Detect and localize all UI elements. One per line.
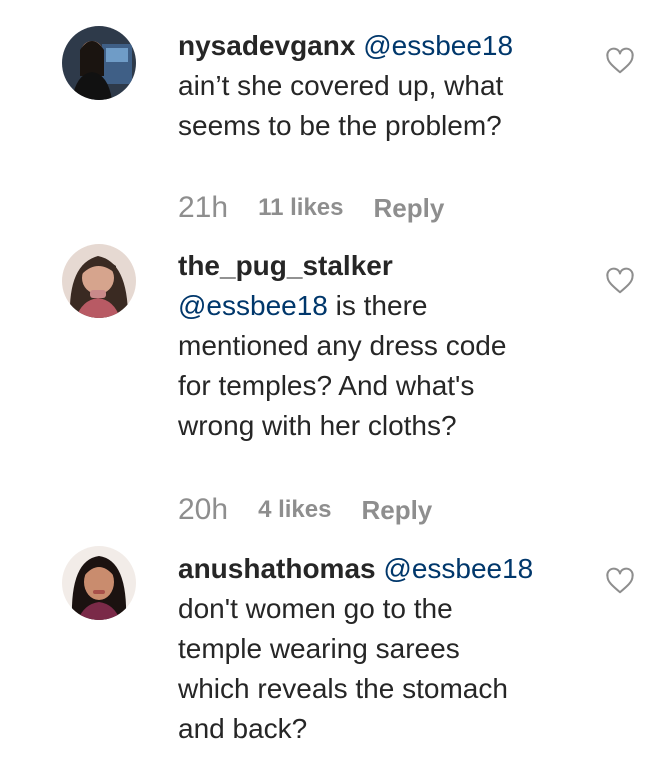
avatar[interactable] [62, 546, 136, 620]
comment-timestamp: 21h [178, 191, 229, 224]
comment-text-line: for temples? And what's [178, 370, 475, 401]
avatar-image [62, 244, 136, 318]
comment-meta: 21h 11 likes Reply [178, 188, 444, 228]
like-heart-icon[interactable] [605, 266, 635, 296]
avatar-image [62, 26, 136, 100]
reply-button[interactable]: Reply [373, 193, 444, 224]
comment-body: nysadevganx @essbee18 ain’t she covered … [178, 26, 578, 146]
like-heart-icon[interactable] [605, 566, 635, 596]
comment-text-line: wrong with her cloths? [178, 410, 457, 441]
like-heart-icon[interactable] [605, 46, 635, 76]
comment-username[interactable]: nysadevganx [178, 30, 355, 61]
reply-button[interactable]: Reply [361, 495, 432, 526]
comment-mention[interactable]: @essbee18 [363, 30, 513, 61]
comment-text-line: and back? [178, 713, 308, 744]
comment-likes[interactable]: 11 likes [258, 194, 343, 222]
comment-text-line: ain’t she covered up, what [178, 70, 504, 101]
comment-body: the_pug_stalker @essbee18 is there menti… [178, 246, 578, 446]
comment-timestamp: 20h [178, 493, 229, 526]
comment-text-line: don't women go to the [178, 593, 453, 624]
comment-mention[interactable]: @essbee18 [383, 553, 533, 584]
avatar[interactable] [62, 26, 136, 100]
comment-mention[interactable]: @essbee18 [178, 290, 328, 321]
comment-username[interactable]: the_pug_stalker [178, 246, 578, 286]
comment-text-line: seems to be the problem? [178, 110, 502, 141]
comment-text-line: which reveals the stomach [178, 673, 508, 704]
comment-likes[interactable]: 4 likes [258, 496, 331, 524]
comment-text-line: is there [335, 290, 428, 321]
avatar[interactable] [62, 244, 136, 318]
comment-text-line: mentioned any dress code [178, 330, 507, 361]
comment-username[interactable]: anushathomas [178, 553, 376, 584]
avatar-image [62, 546, 136, 620]
comment-meta: 20h 4 likes Reply [178, 490, 432, 530]
comment-text-line: temple wearing sarees [178, 633, 460, 664]
comment-body: anushathomas @essbee18 don't women go to… [178, 549, 578, 749]
comment-thread: nysadevganx @essbee18 ain’t she covered … [0, 0, 670, 783]
